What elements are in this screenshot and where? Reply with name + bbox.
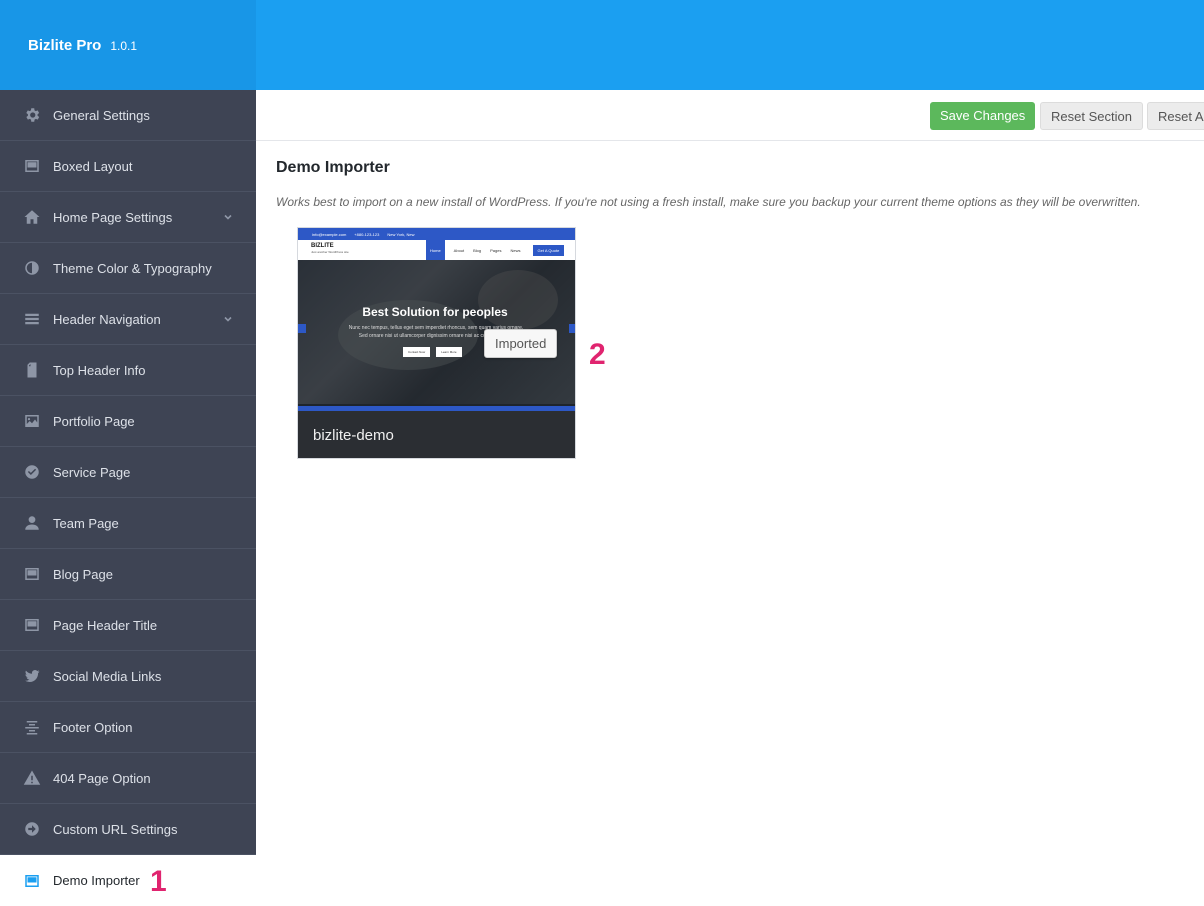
app-version: 1.0.1 xyxy=(110,39,138,53)
check-circle-icon xyxy=(22,462,42,482)
sidebar-item-custom-url-settings[interactable]: Custom URL Settings xyxy=(0,804,256,855)
twitter-icon xyxy=(22,666,42,686)
sidebar-item-label: Team Page xyxy=(53,515,119,531)
demo-preview-hero-title: Best Solution for peoples xyxy=(362,305,508,319)
sidebar-item-social-media-links[interactable]: Social Media Links xyxy=(0,651,256,702)
demo-screenshot: info@example.com +880-123-123 New York, … xyxy=(298,228,575,406)
chevron-down-icon[interactable] xyxy=(222,313,234,325)
sidebar-item-label: Home Page Settings xyxy=(53,209,173,225)
section-description: Works best to import on a new install of… xyxy=(276,195,1141,209)
annotation-marker-2: 2 xyxy=(589,338,606,371)
sidebar-item-label: 404 Page Option xyxy=(53,770,151,786)
sidebar: General Settings Boxed Layout Home Page … xyxy=(0,90,256,906)
sidebar-item-label: General Settings xyxy=(53,107,150,123)
page-title: Demo Importer xyxy=(276,159,390,176)
sidebar-item-general-settings[interactable]: General Settings xyxy=(0,90,256,141)
sidebar-item-service-page[interactable]: Service Page xyxy=(0,447,256,498)
brand: Bizlite Pro 1.0.1 xyxy=(0,0,256,90)
arrow-right-circle-icon xyxy=(22,819,42,839)
demo-name: bizlite-demo xyxy=(313,427,394,444)
layout-icon xyxy=(22,615,42,635)
demo-preview-logo: BIZLITE Just another WordPress site xyxy=(311,243,349,254)
reset-all-button[interactable]: Reset All xyxy=(1147,102,1204,130)
sidebar-item-label: Demo Importer xyxy=(53,873,140,888)
sidebar-item-404-page-option[interactable]: 404 Page Option xyxy=(0,753,256,804)
layout-icon xyxy=(22,564,42,584)
sidebar-item-page-header-title[interactable]: Page Header Title xyxy=(0,600,256,651)
demo-card-accent-bar xyxy=(298,406,575,411)
sidebar-item-home-page-settings[interactable]: Home Page Settings xyxy=(0,192,256,243)
app-window: Bizlite Pro 1.0.1 General Settings Boxed… xyxy=(0,0,1204,906)
sidebar-item-theme-color-typography[interactable]: Theme Color & Typography xyxy=(0,243,256,294)
warning-icon xyxy=(22,768,42,788)
sidebar-item-team-page[interactable]: Team Page xyxy=(0,498,256,549)
sidebar-item-header-navigation[interactable]: Header Navigation xyxy=(0,294,256,345)
document-icon xyxy=(22,360,42,380)
gear-icon xyxy=(22,105,42,125)
menu-icon xyxy=(22,309,42,329)
reset-section-button[interactable]: Reset Section xyxy=(1040,102,1143,130)
sidebar-item-label: Portfolio Page xyxy=(53,413,135,429)
sidebar-item-footer-option[interactable]: Footer Option xyxy=(0,702,256,753)
demo-preview-next-arrow xyxy=(569,324,575,333)
save-changes-button[interactable]: Save Changes xyxy=(930,102,1036,130)
sidebar-item-label: Page Header Title xyxy=(53,617,158,633)
sidebar-item-label: Footer Option xyxy=(53,719,133,735)
sidebar-item-label: Header Navigation xyxy=(53,311,161,327)
layout-icon xyxy=(22,156,42,176)
chevron-down-icon[interactable] xyxy=(222,211,234,223)
sidebar-item-blog-page[interactable]: Blog Page xyxy=(0,549,256,600)
sidebar-item-top-header-info[interactable]: Top Header Info xyxy=(0,345,256,396)
sidebar-item-label: Service Page xyxy=(53,464,131,480)
image-icon xyxy=(22,411,42,431)
demo-preview-topbar: info@example.com +880-123-123 New York, … xyxy=(298,228,575,240)
home-icon xyxy=(22,207,42,227)
sidebar-item-boxed-layout[interactable]: Boxed Layout xyxy=(0,141,256,192)
app-title: Bizlite Pro xyxy=(28,36,102,54)
contrast-icon xyxy=(22,258,42,278)
main-content: Demo Importer Works best to import on a … xyxy=(256,141,1204,906)
demo-preview-nav: Home About Blog Pages News Get A Quote xyxy=(426,239,575,261)
sidebar-item-label: Boxed Layout xyxy=(53,158,133,174)
sidebar-item-label: Custom URL Settings xyxy=(53,821,178,837)
layout-icon xyxy=(22,871,42,891)
sidebar-item-label: Blog Page xyxy=(53,566,113,582)
demo-preview-buttons: Contact Now Learn More xyxy=(403,347,468,357)
sidebar-item-label: Top Header Info xyxy=(53,362,146,378)
sidebar-item-portfolio-page[interactable]: Portfolio Page xyxy=(0,396,256,447)
annotation-marker-1: 1 xyxy=(150,865,167,898)
sidebar-item-label: Social Media Links xyxy=(53,668,162,684)
imported-button[interactable]: Imported xyxy=(484,329,558,358)
demo-preview-prev-arrow xyxy=(298,324,306,333)
person-icon xyxy=(22,513,42,533)
demo-preview-header: BIZLITE Just another WordPress site Home… xyxy=(298,239,575,261)
options-toolbar: Save Changes Reset Section Reset All xyxy=(256,90,1204,141)
sidebar-item-demo-importer[interactable]: Demo Importer 1 xyxy=(0,855,256,906)
align-center-icon xyxy=(22,717,42,737)
sidebar-item-label: Theme Color & Typography xyxy=(53,260,212,276)
